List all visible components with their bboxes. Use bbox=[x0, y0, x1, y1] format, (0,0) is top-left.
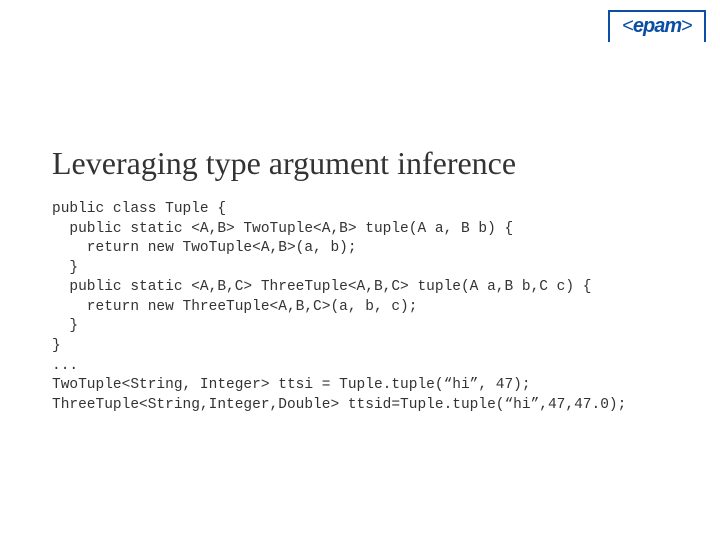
code-block: public class Tuple { public static <A,B>… bbox=[52, 200, 680, 415]
slide: <epam> Leveraging type argument inferenc… bbox=[0, 0, 720, 540]
logo-gt: > bbox=[681, 15, 692, 37]
logo-name: epam bbox=[633, 15, 681, 37]
epam-logo: <epam> bbox=[608, 10, 706, 42]
slide-title: Leveraging type argument inference bbox=[52, 145, 668, 182]
logo-lt: < bbox=[622, 15, 633, 37]
slide-body: public class Tuple { public static <A,B>… bbox=[52, 200, 680, 415]
logo-text: <epam> bbox=[622, 16, 692, 36]
